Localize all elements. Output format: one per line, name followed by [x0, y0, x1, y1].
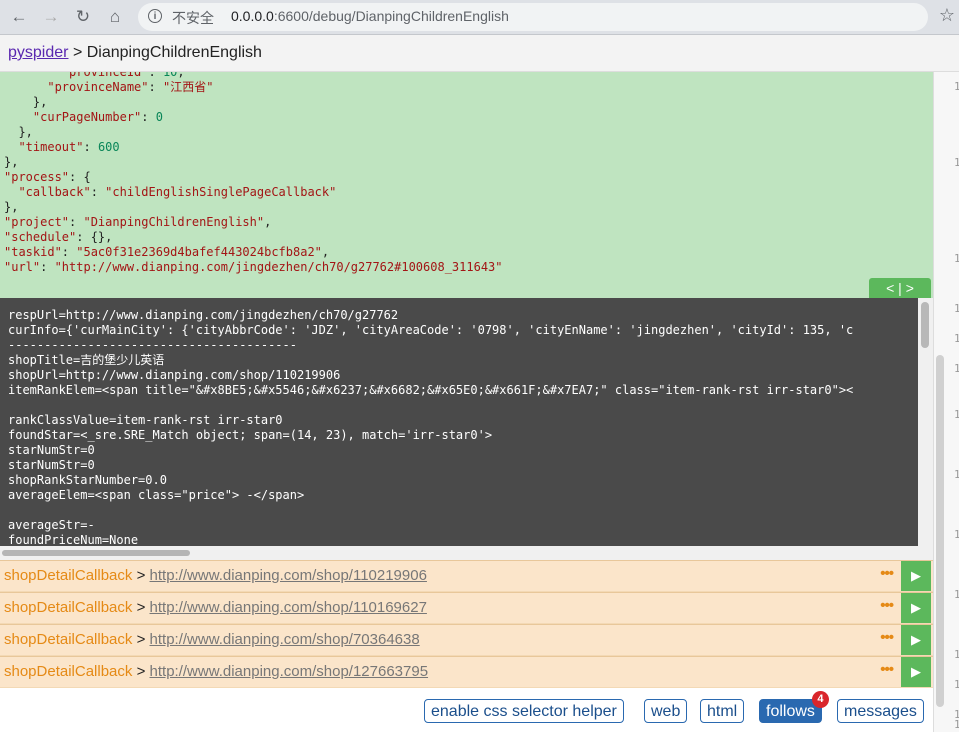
console-horizontal-scrollbar[interactable]	[0, 546, 933, 560]
debug-header: pyspider > DianpingChildrenEnglish	[0, 35, 959, 72]
gutter-digit: 1	[954, 648, 959, 661]
console-output: respUrl=http://www.dianping.com/jingdezh…	[0, 298, 918, 546]
follow-url-link[interactable]: http://www.dianping.com/shop/70364638	[150, 631, 420, 648]
more-dots-icon[interactable]: •••	[880, 629, 894, 646]
run-follow-button[interactable]: ▶	[901, 561, 931, 591]
bookmark-star-icon[interactable]: ☆	[939, 5, 955, 26]
bottom-tab-bar: enable css selector helper web html foll…	[0, 691, 933, 732]
follow-row[interactable]: shopDetailCallback > http://www.dianping…	[0, 624, 933, 656]
breadcrumb: pyspider > DianpingChildrenEnglish	[8, 44, 262, 61]
task-json-text: "provinceId": 10, "provinceName": "江西省" …	[4, 72, 503, 274]
task-json-panel[interactable]: "provinceId": 10, "provinceName": "江西省" …	[0, 72, 933, 298]
follow-callback: shopDetailCallback	[4, 567, 133, 584]
insecure-label: 不安全	[172, 10, 214, 26]
reload-icon[interactable]: ↻	[72, 6, 94, 28]
gutter-digit: 1	[954, 302, 959, 315]
gutter-digit: 1	[954, 80, 959, 93]
gutter-digit: 1	[954, 362, 959, 375]
run-follow-button[interactable]: ▶	[901, 593, 931, 623]
gutter-digit: 1	[954, 252, 959, 265]
follows-list: shopDetailCallback > http://www.dianping…	[0, 560, 933, 688]
follow-row[interactable]: shopDetailCallback > http://www.dianping…	[0, 592, 933, 624]
gutter-digit: 1	[954, 528, 959, 541]
gutter-digit: 1	[954, 678, 959, 691]
follow-callback: shopDetailCallback	[4, 663, 133, 680]
gutter-digit: 1	[954, 332, 959, 345]
left-pane: "provinceId": 10, "provinceName": "江西省" …	[0, 72, 933, 732]
follow-callback: shopDetailCallback	[4, 631, 133, 648]
tab-web[interactable]: web	[644, 699, 688, 723]
home-icon[interactable]: ⌂	[104, 6, 126, 28]
more-dots-icon[interactable]: •••	[880, 597, 894, 614]
follow-url-link[interactable]: http://www.dianping.com/shop/110219906	[150, 567, 427, 584]
address-bar[interactable]: i 不安全 0.0.0.0:6600/debug/DianpingChildre…	[138, 3, 928, 31]
more-dots-icon[interactable]: •••	[880, 565, 894, 582]
tab-follows[interactable]: follows 4	[759, 691, 829, 723]
gutter-digit: 1	[954, 408, 959, 421]
gutter-digit: 1	[954, 718, 959, 731]
css-selector-helper-button[interactable]: enable css selector helper	[424, 699, 624, 723]
task-nav-buttons[interactable]: < | >	[869, 278, 931, 298]
follow-url-link[interactable]: http://www.dianping.com/shop/110169627	[150, 599, 427, 616]
gutter-digit: 1	[954, 588, 959, 601]
console-vertical-scrollbar[interactable]	[918, 298, 933, 546]
pyspider-home-link[interactable]: pyspider	[8, 44, 68, 61]
tab-messages[interactable]: messages	[837, 699, 924, 723]
tab-html[interactable]: html	[700, 699, 745, 723]
run-follow-button[interactable]: ▶	[901, 625, 931, 655]
run-follow-button[interactable]: ▶	[901, 657, 931, 687]
forward-arrow-icon[interactable]: →	[40, 6, 62, 28]
more-dots-icon[interactable]: •••	[880, 661, 894, 678]
gutter-digit: 1	[954, 156, 959, 169]
follow-url-link[interactable]: http://www.dianping.com/shop/127663795	[150, 663, 429, 680]
follow-row[interactable]: shopDetailCallback > http://www.dianping…	[0, 656, 933, 688]
project-name: DianpingChildrenEnglish	[86, 44, 262, 61]
follows-count-badge: 4	[811, 691, 829, 708]
follow-callback: shopDetailCallback	[4, 599, 133, 616]
follow-row[interactable]: shopDetailCallback > http://www.dianping…	[0, 560, 933, 592]
page-scrollbar[interactable]	[936, 355, 944, 707]
back-arrow-icon[interactable]: ←	[8, 6, 30, 28]
gutter-digit: 1	[954, 468, 959, 481]
info-icon[interactable]: i	[148, 9, 162, 23]
url-text[interactable]: 0.0.0.0:6600/debug/DianpingChildrenEngli…	[231, 8, 509, 24]
console-text: respUrl=http://www.dianping.com/jingdezh…	[8, 308, 854, 546]
browser-toolbar: ← → ↻ ⌂ i 不安全 0.0.0.0:6600/debug/Dianpin…	[0, 0, 959, 35]
